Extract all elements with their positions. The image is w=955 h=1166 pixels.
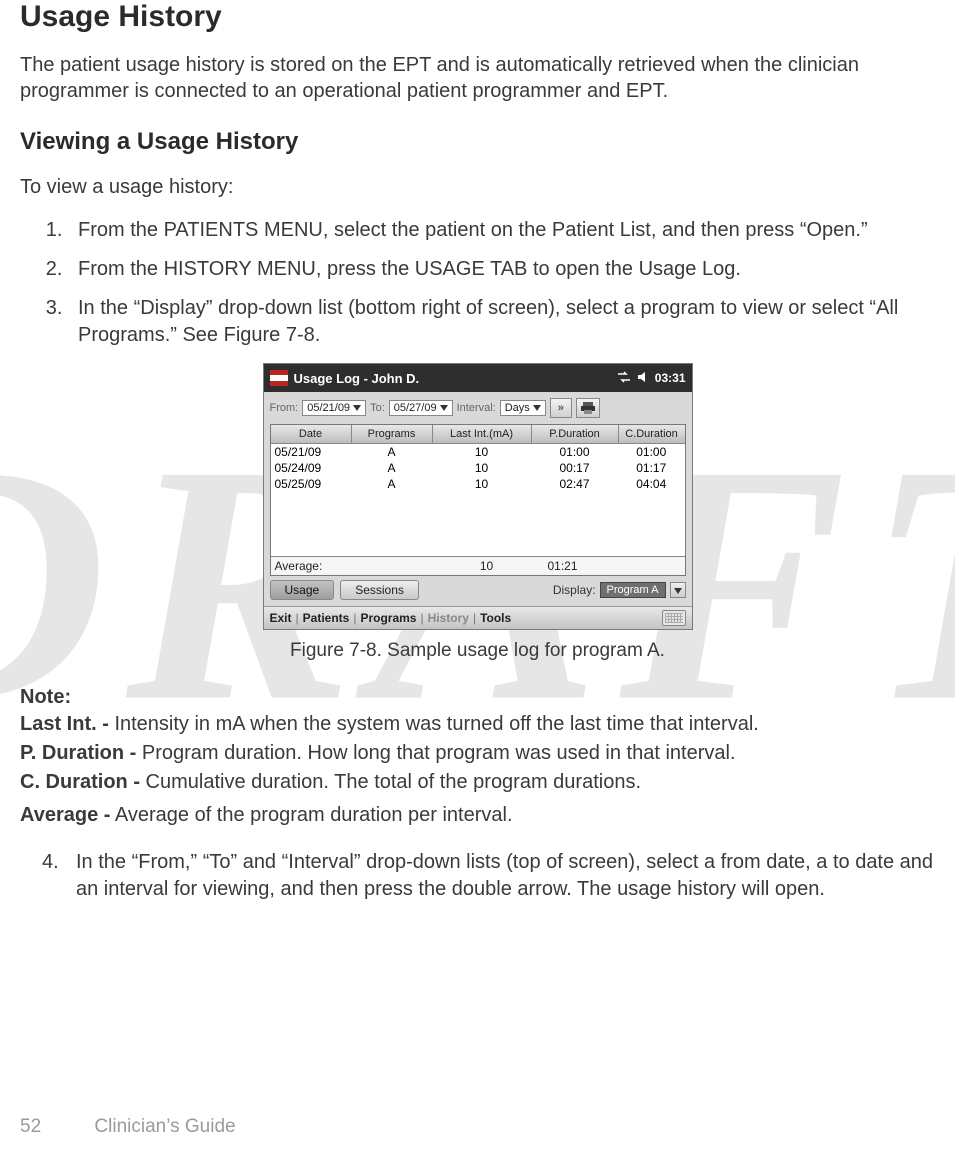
lead-text: To view a usage history:	[20, 176, 935, 199]
interval-value: Days	[505, 402, 530, 414]
note-avg-term: Average -	[20, 804, 110, 826]
figure-caption: Figure 7-8. Sample usage log for program…	[20, 640, 935, 662]
page-title: Usage History	[20, 0, 935, 34]
titlebar: Usage Log - John D. 03:31	[264, 364, 692, 392]
note-pdur-term: P. Duration -	[20, 742, 136, 764]
nav-tools[interactable]: Tools	[480, 611, 511, 625]
page-number: 52	[20, 1116, 41, 1137]
usage-table: Date Programs Last Int.(mA) P.Duration C…	[270, 424, 686, 576]
window-title: Usage Log - John D.	[294, 371, 617, 386]
display-value: Program A	[607, 584, 659, 596]
step-2: From the HISTORY MENU, press the USAGE T…	[68, 256, 935, 283]
col-cdur[interactable]: C.Duration	[618, 425, 685, 444]
cell-pdur: 01:00	[531, 444, 618, 461]
display-dropdown-arrow[interactable]	[670, 582, 686, 598]
flag-icon	[270, 370, 288, 386]
filters-row: From: 05/21/09 To: 05/27/09 Interval: Da…	[264, 392, 692, 424]
nav-history[interactable]: History	[428, 611, 469, 625]
note-lastint-desc: Intensity in mA when the system was turn…	[109, 713, 759, 735]
cell-programs: A	[351, 476, 432, 492]
note-cdur-term: C. Duration -	[20, 771, 140, 793]
cell-cdur: 01:00	[618, 444, 685, 461]
display-dropdown[interactable]: Program A	[600, 582, 666, 598]
intro-paragraph: The patient usage history is stored on t…	[20, 52, 935, 104]
table-row[interactable]: 05/24/09 A 10 00:17 01:17	[271, 460, 685, 476]
note-label: Note:	[20, 684, 84, 711]
table-empty-space	[271, 492, 685, 556]
section-title-viewing: Viewing a Usage History	[20, 128, 935, 156]
print-button[interactable]	[576, 398, 600, 418]
average-pdur: 01:21	[525, 559, 601, 573]
chevron-down-icon	[674, 588, 682, 594]
double-arrow-icon: »	[558, 402, 564, 414]
usage-log-window: Usage Log - John D. 03:31 From:	[263, 363, 693, 630]
nav-programs[interactable]: Programs	[360, 611, 416, 625]
keyboard-icon[interactable]	[662, 610, 686, 626]
nav-exit[interactable]: Exit	[270, 611, 292, 625]
from-date-value: 05/21/09	[307, 402, 350, 414]
interval-label: Interval:	[457, 402, 496, 414]
book-title: Clinician’s Guide	[94, 1116, 235, 1137]
speaker-icon	[637, 371, 649, 386]
cell-date: 05/25/09	[271, 476, 352, 492]
cell-programs: A	[351, 444, 432, 461]
step-4: In the “From,” “To” and “Interval” drop-…	[76, 849, 935, 903]
step-4-wrap: 4. In the “From,” “To” and “Interval” dr…	[42, 849, 935, 903]
clock-time: 03:31	[655, 371, 686, 385]
go-button[interactable]: »	[550, 398, 572, 418]
average-label: Average:	[275, 559, 365, 573]
to-label: To:	[370, 402, 385, 414]
from-label: From:	[270, 402, 299, 414]
table-row[interactable]: 05/25/09 A 10 02:47 04:04	[271, 476, 685, 492]
cell-date: 05/24/09	[271, 460, 352, 476]
cell-programs: A	[351, 460, 432, 476]
cell-pdur: 02:47	[531, 476, 618, 492]
col-programs[interactable]: Programs	[351, 425, 432, 444]
page-footer: 52 Clinician’s Guide	[20, 1116, 236, 1138]
from-date-dropdown[interactable]: 05/21/09	[302, 400, 366, 416]
step-1: From the PATIENTS MENU, select the patie…	[68, 217, 935, 244]
bottom-navbar: Exit| Patients| Programs| History| Tools	[264, 606, 692, 629]
col-date[interactable]: Date	[271, 425, 352, 444]
cell-date: 05/21/09	[271, 444, 352, 461]
display-label: Display:	[553, 583, 596, 597]
note-avg-desc: Average of the program duration per inte…	[110, 804, 512, 826]
note-lastint-term: Last Int. -	[20, 713, 109, 735]
col-lastint[interactable]: Last Int.(mA)	[432, 425, 531, 444]
cell-cdur: 01:17	[618, 460, 685, 476]
interval-dropdown[interactable]: Days	[500, 400, 546, 416]
step-4-number: 4.	[42, 849, 76, 903]
cell-lastint: 10	[432, 476, 531, 492]
table-header-row: Date Programs Last Int.(mA) P.Duration C…	[271, 425, 685, 444]
average-lastint: 10	[449, 559, 525, 573]
figure-wrapper: Usage Log - John D. 03:31 From:	[20, 363, 935, 630]
sync-icon	[617, 371, 631, 386]
nav-patients[interactable]: Patients	[303, 611, 350, 625]
average-row: Average: 10 01:21	[271, 556, 685, 575]
tab-sessions[interactable]: Sessions	[340, 580, 419, 600]
note-block: Note: Last Int. - Intensity in mA when t…	[20, 684, 935, 831]
to-date-value: 05/27/09	[394, 402, 437, 414]
note-pdur-desc: Program duration. How long that program …	[136, 742, 735, 764]
chevron-down-icon	[353, 405, 361, 411]
cell-pdur: 00:17	[531, 460, 618, 476]
col-pdur[interactable]: P.Duration	[531, 425, 618, 444]
chevron-down-icon	[440, 405, 448, 411]
cell-lastint: 10	[432, 460, 531, 476]
table-row[interactable]: 05/21/09 A 10 01:00 01:00	[271, 444, 685, 461]
note-cdur-desc: Cumulative duration. The total of the pr…	[140, 771, 641, 793]
chevron-down-icon	[533, 405, 541, 411]
printer-icon	[581, 402, 595, 414]
tabs-row: Usage Sessions Display: Program A	[264, 576, 692, 606]
to-date-dropdown[interactable]: 05/27/09	[389, 400, 453, 416]
cell-lastint: 10	[432, 444, 531, 461]
step-3: In the “Display” drop-down list (bottom …	[68, 295, 935, 349]
steps-list: From the PATIENTS MENU, select the patie…	[20, 217, 935, 349]
cell-cdur: 04:04	[618, 476, 685, 492]
tab-usage[interactable]: Usage	[270, 580, 335, 600]
